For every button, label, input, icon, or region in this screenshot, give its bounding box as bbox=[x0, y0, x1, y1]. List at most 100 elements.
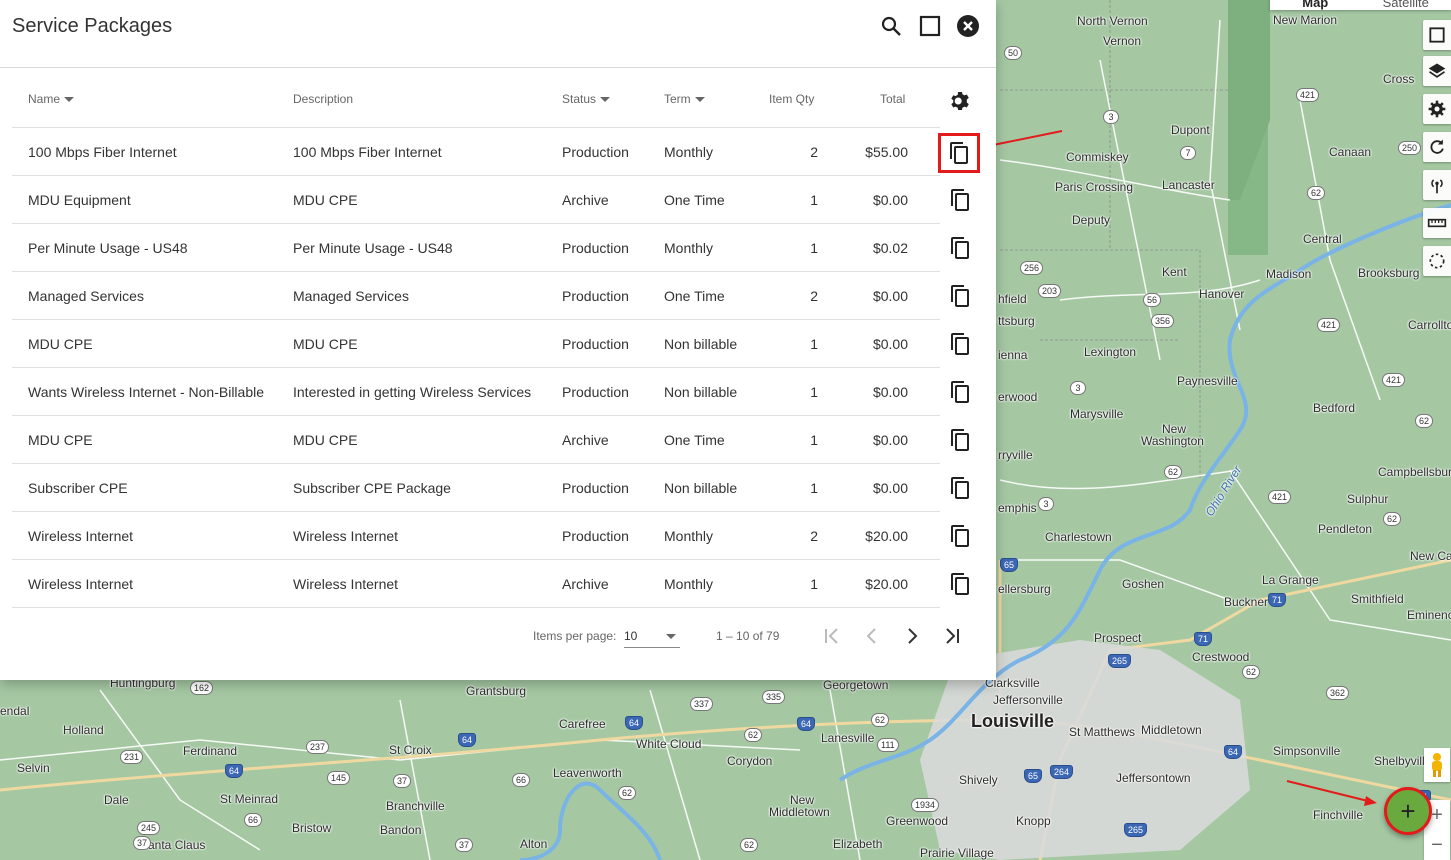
copy-icon[interactable] bbox=[948, 572, 972, 596]
page-range-label: 1 – 10 of 79 bbox=[716, 629, 780, 643]
route-shield: 421 bbox=[1268, 490, 1292, 504]
table-row[interactable]: MDU CPE MDU CPE Production Non billable 1 $0.… bbox=[12, 320, 969, 368]
map-label: St Matthews bbox=[1069, 725, 1136, 739]
cell-status: Production bbox=[562, 144, 629, 160]
column-label: Total bbox=[880, 92, 906, 106]
map-label: Marysville bbox=[1070, 407, 1124, 421]
table-row[interactable]: Wireless Internet Wireless Internet Archiv… bbox=[12, 560, 969, 608]
table-row[interactable]: Managed Services Managed Services Producti… bbox=[12, 272, 969, 320]
last-page-button[interactable] bbox=[939, 623, 965, 649]
cell-description: MDU CPE bbox=[293, 336, 358, 352]
map-type-toggle[interactable]: Map Satellite bbox=[1270, 0, 1451, 10]
route-shield: 62 bbox=[740, 838, 759, 852]
column-label: Name bbox=[28, 92, 61, 106]
next-page-button[interactable] bbox=[899, 623, 925, 649]
cell-name: Wants Wireless Internet - Non-Billable bbox=[28, 384, 265, 400]
map-label: Goshen bbox=[1122, 577, 1165, 591]
map-label: ellersburg bbox=[998, 582, 1051, 596]
map-label: Simpsonville bbox=[1273, 744, 1341, 758]
cell-total: $0.00 bbox=[872, 480, 908, 496]
first-page-button[interactable] bbox=[819, 623, 845, 649]
service-packages-table: Name Description Status Term Item Qty To… bbox=[12, 75, 980, 608]
table-row[interactable]: Wireless Internet Wireless Internet Produc… bbox=[12, 512, 969, 560]
cell-item-qty: 1 bbox=[810, 576, 818, 592]
cell-term: Monthly bbox=[664, 144, 714, 160]
ruler-icon[interactable] bbox=[1423, 208, 1451, 238]
cell-description: MDU CPE bbox=[293, 432, 358, 448]
copy-icon[interactable] bbox=[948, 524, 972, 548]
table-row[interactable]: MDU CPE MDU CPE Archive One Time 1 $0.00 bbox=[12, 416, 969, 464]
add-fab-button[interactable]: + bbox=[1384, 787, 1432, 835]
map-label: St Meinrad bbox=[220, 792, 279, 806]
antenna-icon[interactable] bbox=[1423, 170, 1451, 200]
map-type-satellite[interactable]: Satellite bbox=[1361, 0, 1451, 10]
route-shield: 245 bbox=[137, 821, 161, 835]
table-row[interactable]: 100 Mbps Fiber Internet 100 Mbps Fiber In… bbox=[12, 128, 980, 176]
map-label: New Ca bbox=[1410, 549, 1451, 563]
interstate-shield: 71 bbox=[1268, 593, 1287, 607]
column-header-term[interactable]: Term bbox=[664, 92, 705, 106]
plus-icon: + bbox=[1400, 796, 1416, 826]
copy-icon[interactable] bbox=[948, 476, 972, 500]
route-shield: 62 bbox=[1383, 512, 1402, 526]
route-shield: 62 bbox=[1242, 665, 1261, 679]
refresh-icon[interactable] bbox=[1423, 132, 1451, 162]
map-type-map[interactable]: Map bbox=[1270, 0, 1361, 10]
street-view-pegman-icon[interactable] bbox=[1424, 748, 1450, 782]
zoom-out-button[interactable]: − bbox=[1424, 830, 1450, 860]
cell-status: Production bbox=[562, 480, 629, 496]
map-label: Charlestown bbox=[1045, 530, 1112, 544]
lasso-icon[interactable] bbox=[1423, 246, 1451, 276]
route-shield: 62 bbox=[618, 786, 637, 800]
copy-icon[interactable] bbox=[938, 133, 980, 173]
cell-term: One Time bbox=[664, 192, 725, 208]
route-shield: 203 bbox=[1038, 284, 1062, 298]
table-row[interactable]: Wants Wireless Internet - Non-Billable In… bbox=[12, 368, 969, 416]
interstate-shield: 64 bbox=[1224, 745, 1243, 759]
cell-description: MDU CPE bbox=[293, 192, 358, 208]
table-row[interactable]: Per Minute Usage - US48 Per Minute Usage … bbox=[12, 224, 969, 272]
copy-icon[interactable] bbox=[948, 380, 972, 404]
column-label: Description bbox=[293, 92, 354, 106]
search-icon[interactable] bbox=[878, 13, 904, 39]
route-shield: 7 bbox=[1180, 146, 1196, 160]
route-shield: 356 bbox=[1151, 314, 1175, 328]
cell-status: Production bbox=[562, 288, 629, 304]
cell-total: $20.00 bbox=[865, 528, 908, 544]
previous-page-button[interactable] bbox=[859, 623, 885, 649]
map-label: Campbellsbur bbox=[1378, 465, 1451, 479]
copy-icon[interactable] bbox=[948, 236, 972, 260]
copy-icon[interactable] bbox=[948, 188, 972, 212]
maximize-icon[interactable] bbox=[917, 13, 943, 39]
gear-icon[interactable] bbox=[948, 89, 972, 113]
route-shield: 37 bbox=[133, 836, 152, 850]
square-icon[interactable] bbox=[1423, 20, 1451, 50]
route-shield: 421 bbox=[1296, 88, 1320, 102]
table-row[interactable]: Subscriber CPE Subscriber CPE Package Prod… bbox=[12, 464, 969, 512]
layers-icon[interactable] bbox=[1423, 56, 1451, 86]
items-per-page-select[interactable]: 10 bbox=[624, 626, 680, 648]
cell-item-qty: 2 bbox=[810, 288, 818, 304]
map-label: rryville bbox=[998, 448, 1033, 462]
route-shield: 62 bbox=[1307, 186, 1326, 200]
settings-icon[interactable] bbox=[1423, 94, 1451, 124]
copy-icon[interactable] bbox=[948, 284, 972, 308]
column-header-total: Total bbox=[880, 92, 905, 106]
column-label: Status bbox=[562, 92, 597, 106]
close-icon[interactable] bbox=[955, 13, 981, 39]
route-shield: 66 bbox=[512, 773, 531, 787]
column-header-description: Description bbox=[293, 92, 353, 106]
route-shield: 62 bbox=[744, 728, 763, 742]
map-label: Pendleton bbox=[1318, 522, 1373, 536]
sort-caret-icon bbox=[600, 96, 611, 102]
cell-description: Interested in getting Wireless Services bbox=[293, 384, 532, 400]
map-label: Corydon bbox=[727, 754, 773, 768]
copy-icon[interactable] bbox=[948, 332, 972, 356]
table-row[interactable]: MDU Equipment MDU CPE Archive One Time 1 $0.0… bbox=[12, 176, 969, 224]
column-header-name[interactable]: Name bbox=[28, 92, 75, 106]
cell-term: Non billable bbox=[664, 480, 738, 496]
column-header-status[interactable]: Status bbox=[562, 92, 611, 106]
copy-icon[interactable] bbox=[948, 428, 972, 452]
map-label: Deputy bbox=[1072, 213, 1111, 227]
map-label: ttsburg bbox=[998, 314, 1035, 328]
